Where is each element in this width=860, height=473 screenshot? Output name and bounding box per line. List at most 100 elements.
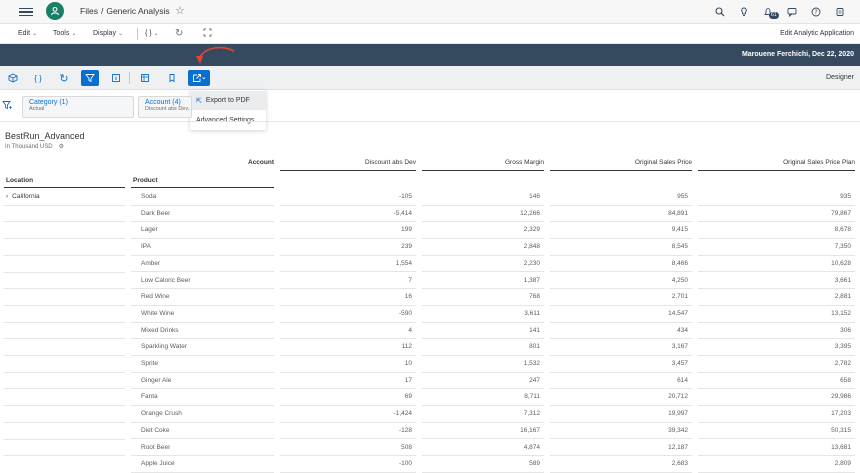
value-cell[interactable]: 13,152 [698,310,851,317]
value-cell[interactable]: 434 [550,327,688,334]
product-cell[interactable]: White Wine [141,310,174,317]
product-cell[interactable]: Mixed Drinks [141,327,179,334]
value-cell[interactable]: 935 [698,193,851,200]
menu-scripting[interactable]: { } ⌄ [145,30,159,37]
breadcrumb-files[interactable]: Files [80,6,98,16]
value-cell[interactable]: 8,545 [550,243,688,250]
value-cell[interactable]: -590 [280,310,412,317]
filter-icon[interactable] [81,70,99,86]
value-cell[interactable]: 17 [280,377,412,384]
search-icon[interactable] [713,5,727,19]
value-cell[interactable]: -105 [280,193,412,200]
value-cell[interactable]: 7,350 [698,243,851,250]
value-cell[interactable]: 4,250 [550,277,688,284]
product-cell[interactable]: Red Wine [141,293,170,300]
lightbulb-icon[interactable] [737,5,751,19]
value-cell[interactable]: -5,414 [280,210,412,217]
value-cell[interactable]: 1,387 [422,277,540,284]
product-cell[interactable]: Dark Beer [141,210,170,217]
value-cell[interactable]: 9,415 [550,226,688,233]
export-button[interactable] [188,70,210,86]
product-cell[interactable]: Apple Juice [141,460,175,467]
product-cell[interactable]: Soda [141,193,156,200]
value-cell[interactable]: 16 [280,293,412,300]
value-cell[interactable]: 69 [280,393,412,400]
value-cell[interactable]: 10,628 [698,260,851,267]
product-cell[interactable]: Orange Crush [141,410,182,417]
value-cell[interactable]: 13,681 [698,444,851,451]
value-cell[interactable]: 247 [422,377,540,384]
value-cell[interactable]: -100 [280,460,412,467]
product-cell[interactable]: Diet Coke [141,427,170,434]
value-cell[interactable]: 3,395 [698,343,851,350]
curly-braces-icon[interactable]: { } [29,70,47,86]
column-header[interactable]: Original Sales Price [550,159,692,166]
product-cell[interactable]: Fanta [141,393,158,400]
designer-button[interactable]: Designer [826,74,854,81]
value-cell[interactable]: 2,683 [550,460,688,467]
value-cell[interactable]: 12,266 [422,210,540,217]
value-cell[interactable]: 2,329 [422,226,540,233]
filter-add-icon[interactable] [2,100,13,112]
value-cell[interactable]: 8,678 [698,226,851,233]
table-settings-icon[interactable] [136,70,154,86]
value-cell[interactable]: 2,782 [698,360,851,367]
value-cell[interactable]: 7 [280,277,412,284]
column-header[interactable]: Gross Margin [422,159,544,166]
value-cell[interactable]: 12,187 [550,444,688,451]
value-cell[interactable]: 614 [550,377,688,384]
value-cell[interactable]: 589 [422,460,540,467]
value-cell[interactable]: 50,315 [698,427,851,434]
value-cell[interactable]: 84,891 [550,210,688,217]
value-cell[interactable]: 16,167 [422,427,540,434]
value-cell[interactable]: 17,203 [698,410,851,417]
cube-icon[interactable] [4,70,22,86]
value-cell[interactable]: 4,874 [422,444,540,451]
value-cell[interactable]: 7,312 [422,410,540,417]
value-cell[interactable]: 20,712 [550,393,688,400]
value-cell[interactable]: 8,466 [550,260,688,267]
value-cell[interactable]: 508 [280,444,412,451]
refresh-icon[interactable]: ↻ [175,28,183,39]
value-cell[interactable]: 2,881 [698,293,851,300]
notification-bell-icon[interactable]: 61 [761,5,779,19]
product-cell[interactable]: Lager [141,226,158,233]
value-cell[interactable]: 79,867 [698,210,851,217]
column-header[interactable]: Original Sales Price Plan [698,159,855,166]
value-cell[interactable]: 306 [698,327,851,334]
edit-analytic-application-button[interactable]: Edit Analytic Application [780,30,854,37]
value-cell[interactable]: 2,230 [422,260,540,267]
info-panel-icon[interactable] [107,70,125,86]
value-cell[interactable]: 10 [280,360,412,367]
value-cell[interactable]: 768 [422,293,540,300]
value-cell[interactable]: 19,997 [550,410,688,417]
value-cell[interactable]: 955 [550,193,688,200]
value-cell[interactable]: 1,554 [280,260,412,267]
product-cell[interactable]: Root Beer [141,444,170,451]
product-cell[interactable]: Low Caloric Beer [141,277,191,284]
value-cell[interactable]: 239 [280,243,412,250]
gear-icon[interactable]: ⚙ [59,144,64,150]
hamburger-menu-icon[interactable] [19,5,33,19]
value-cell[interactable]: 146 [422,193,540,200]
refresh-icon[interactable]: ↻ [55,70,73,86]
value-cell[interactable]: 29,986 [698,393,851,400]
value-cell[interactable]: 39,342 [550,427,688,434]
favorite-star-icon[interactable]: ☆ [175,5,185,17]
value-cell[interactable]: 8,711 [422,393,540,400]
help-icon[interactable]: ? [809,5,823,19]
value-cell[interactable]: 1,532 [422,360,540,367]
menu-tools[interactable]: Tools ⌄ [53,30,76,37]
value-cell[interactable]: 112 [280,343,412,350]
product-cell[interactable]: IPA [141,243,151,250]
value-cell[interactable]: 3,611 [422,310,540,317]
value-cell[interactable]: 3,457 [550,360,688,367]
chat-icon[interactable] [785,5,799,19]
filter-token-category[interactable]: Category (1) Actual [22,96,134,118]
value-cell[interactable]: 4 [280,327,412,334]
value-cell[interactable]: 2,809 [698,460,851,467]
value-cell[interactable]: -1,424 [280,410,412,417]
product-cell[interactable]: Sparkling Water [141,343,187,350]
product-switch-icon[interactable] [833,5,847,19]
value-cell[interactable]: 2,701 [550,293,688,300]
